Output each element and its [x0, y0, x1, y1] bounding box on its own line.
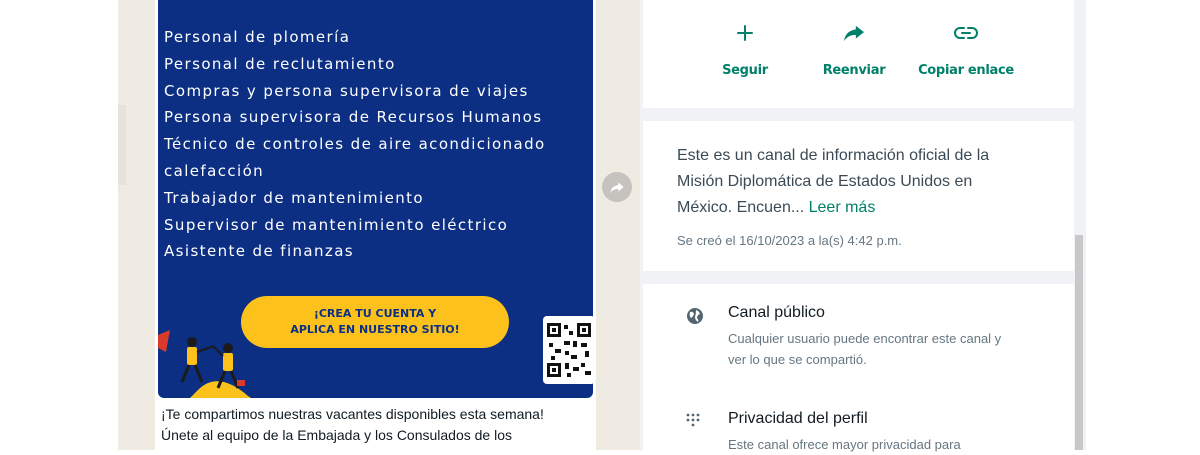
plus-icon	[737, 25, 753, 41]
forward-label: Reenviar	[822, 63, 886, 78]
job-item: Asistente de finanzas	[164, 242, 355, 261]
job-item: Trabajador de mantenimiento	[164, 188, 425, 207]
profile-privacy-desc: Este canal ofrece mayor privacidad para	[728, 437, 961, 452]
job-list: Personal de plomería Personal de recluta…	[164, 24, 546, 265]
copy-link-label: Copiar enlace	[918, 63, 1014, 78]
message-caption: ¡Te compartimos nuestras vacantes dispon…	[161, 404, 591, 446]
job-item: Compras y persona supervisora de viajes	[164, 81, 529, 100]
channel-description: Este es un canal de información oficial …	[677, 143, 1022, 221]
qr-code	[543, 316, 593, 384]
created-date: Se creó el 16/10/2023 a la(s) 4:42 p.m.	[677, 233, 902, 248]
link-icon	[954, 27, 978, 39]
globe-icon	[687, 308, 703, 324]
profile-privacy-title: Privacidad del perfil	[728, 410, 868, 427]
share-arrow-icon	[844, 25, 864, 42]
job-item: Técnico de controles de aire acondiciona…	[164, 135, 546, 154]
job-flyer-image[interactable]: Personal de plomería Personal de recluta…	[158, 0, 593, 398]
cta-line-1: ¡CREA TU CUENTA Y	[313, 307, 437, 320]
caption-line-1: ¡Te compartimos nuestras vacantes dispon…	[161, 406, 544, 422]
channel-description-card: Este es un canal de información oficial …	[643, 121, 1074, 271]
panel-scrollbar[interactable]	[1075, 235, 1083, 450]
forward-button[interactable]: Reenviar	[794, 20, 914, 78]
forward-message-button[interactable]	[602, 172, 632, 202]
channel-actions-card: Seguir Reenviar Copiar enlace	[643, 0, 1074, 108]
copy-link-button[interactable]: Copiar enlace	[906, 20, 1026, 78]
public-channel-desc: Cualquier usuario puede encontrar este c…	[728, 331, 1002, 367]
channel-message[interactable]: Personal de plomería Personal de recluta…	[155, 0, 596, 450]
share-arrow-icon	[610, 182, 624, 193]
dots-grid-icon	[686, 413, 700, 427]
chat-divider	[118, 105, 126, 185]
job-item: Personal de reclutamiento	[164, 54, 396, 73]
job-item: Supervisor de mantenimiento eléctrico	[164, 215, 509, 234]
channel-settings-card: Canal público Cualquier usuario puede en…	[643, 284, 1074, 452]
cta-banner: ¡CREA TU CUENTA Y APLICA EN NUESTRO SITI…	[241, 296, 509, 348]
follow-label: Seguir	[722, 63, 768, 78]
read-more-link[interactable]: Leer más	[809, 199, 876, 216]
caption-line-2: Únete al equipo de la Embajada y los Con…	[161, 427, 513, 443]
job-item: calefacción	[164, 161, 265, 180]
job-item: Personal de plomería	[164, 28, 351, 46]
job-item: Persona supervisora de Recursos Humanos	[164, 108, 543, 127]
public-channel-title: Canal público	[728, 304, 825, 321]
follow-button[interactable]: Seguir	[685, 20, 805, 78]
cta-line-2: APLICA EN NUESTRO SITIO!	[290, 323, 460, 336]
